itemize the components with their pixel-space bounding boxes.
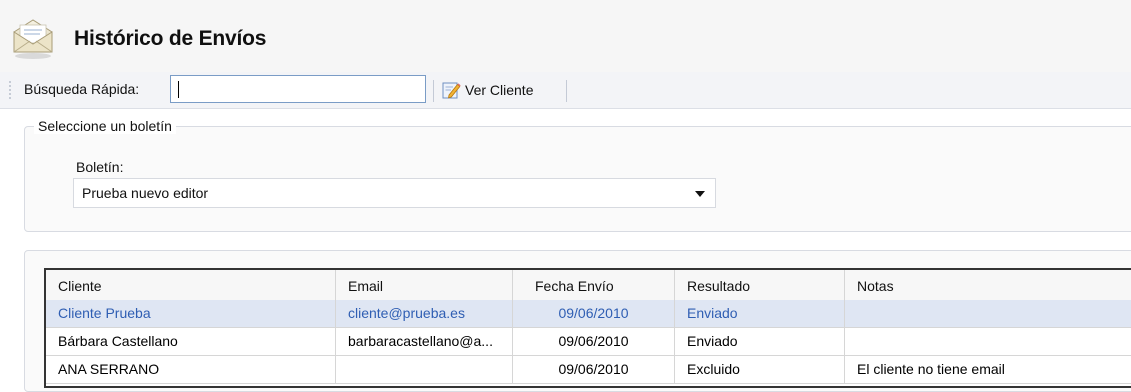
toolbar-grip[interactable]	[9, 80, 11, 100]
table-row[interactable]: Bárbara Castellano barbaracastellano@a..…	[46, 328, 1131, 356]
cell-fecha: 09/06/2010	[513, 328, 675, 355]
column-header-resultado[interactable]: Resultado	[675, 270, 845, 300]
boletin-dropdown[interactable]: Prueba nuevo editor	[73, 178, 716, 208]
cell-fecha: 09/06/2010	[513, 300, 675, 327]
title-bar: Histórico de Envíos	[0, 0, 1131, 72]
text-caret	[178, 81, 179, 98]
edit-pencil-icon	[442, 82, 461, 99]
column-header-fecha[interactable]: Fecha Envío	[513, 270, 675, 300]
cell-email	[336, 356, 513, 383]
column-header-email[interactable]: Email	[336, 270, 513, 300]
cell-email: cliente@prueba.es	[336, 300, 513, 327]
cell-cliente: ANA SERRANO	[46, 356, 336, 383]
boletin-group-title: Seleccione un boletín	[34, 118, 176, 134]
toolbar-separator	[566, 80, 567, 102]
cell-fecha: 09/06/2010	[513, 356, 675, 383]
cell-notas	[845, 300, 1131, 327]
boletin-label: Boletín:	[76, 159, 124, 175]
cell-cliente: Cliente Prueba	[46, 300, 336, 327]
boletin-selected-value: Prueba nuevo editor	[82, 185, 209, 201]
quick-search-input[interactable]	[170, 75, 426, 103]
cell-notas: El cliente no tiene email	[857, 361, 1005, 377]
toolbar-separator	[433, 80, 434, 102]
cell-email: barbaracastellano@a...	[336, 328, 513, 355]
table-row[interactable]: Cliente Prueba cliente@prueba.es 09/06/2…	[46, 300, 1131, 328]
cell-cliente: Bárbara Castellano	[46, 328, 336, 355]
column-header-notas[interactable]: Notas	[845, 270, 1131, 300]
envelope-icon	[13, 19, 53, 59]
dropdown-arrow-icon[interactable]	[695, 191, 705, 197]
page-title: Histórico de Envíos	[74, 27, 267, 50]
ver-cliente-label: Ver Cliente	[465, 82, 534, 98]
cell-resultado: Enviado	[675, 328, 845, 355]
envios-table: Cliente Email Fecha Envío Resultado Nota…	[44, 268, 1131, 388]
column-header-cliente[interactable]: Cliente	[46, 270, 336, 300]
toolbar: Búsqueda Rápida: Ver Cliente	[0, 72, 1131, 109]
cell-resultado: Enviado	[675, 300, 845, 327]
ver-cliente-button[interactable]: Ver Cliente	[441, 77, 533, 103]
cell-notas	[845, 328, 1131, 355]
table-header: Cliente Email Fecha Envío Resultado Nota…	[46, 270, 1131, 301]
quick-search-label: Búsqueda Rápida:	[24, 81, 140, 97]
cell-resultado: Excluido	[675, 356, 845, 383]
